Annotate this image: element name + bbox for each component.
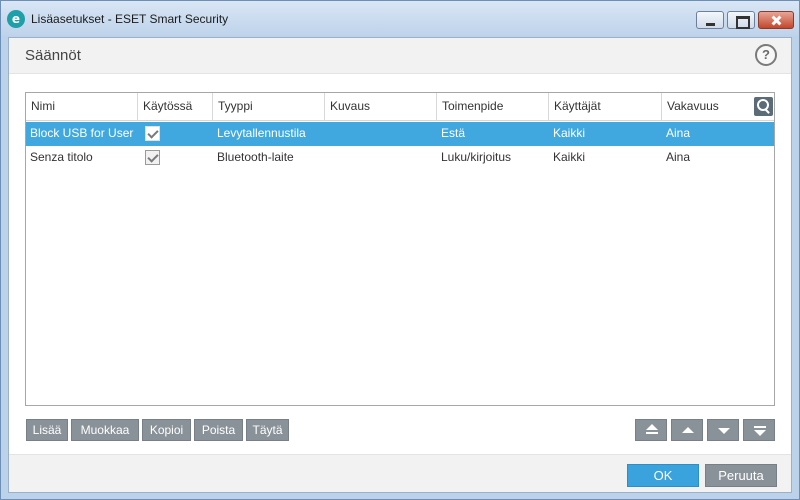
column-header-name[interactable]: Nimi [26,93,138,121]
column-header-description[interactable]: Kuvaus [325,93,437,121]
table-row[interactable]: Block USB for User Levytallennustila Est… [26,122,774,146]
column-header-type[interactable]: Tyyppi [213,93,325,121]
move-down-icon [718,428,730,434]
rule-severity: Aina [666,126,691,140]
maximize-button[interactable] [727,11,755,29]
rules-table: Nimi Käytössä Tyyppi Kuvaus Toimenpide K… [25,92,775,406]
rule-users: Kaikki [553,126,586,140]
copy-button[interactable]: Kopioi [142,419,191,441]
move-down-button[interactable] [707,419,739,441]
rule-type: Bluetooth-laite [217,150,294,164]
rule-action: Luku/kirjoitus [441,150,512,164]
edit-button[interactable]: Muokkaa [71,419,139,441]
cancel-button[interactable]: Peruuta [705,464,777,487]
app-window: e Lisäasetukset - ESET Smart Security Sä… [0,0,800,500]
add-button[interactable]: Lisää [26,419,68,441]
dialog-footer: OK Peruuta [9,454,791,492]
minimize-button[interactable] [696,11,724,29]
rule-description [325,146,437,170]
help-button[interactable]: ? [755,44,777,66]
close-button[interactable] [758,11,794,29]
move-bottom-icon-bar [754,426,766,428]
eset-logo-icon: e [7,10,25,28]
delete-button[interactable]: Poista [194,419,243,441]
dialog-body: Säännöt ? Nimi Käytössä Tyyppi Kuvaus To… [8,37,792,493]
rule-name: Senza titolo [30,150,93,164]
column-header-severity[interactable]: Vakavuus [662,93,750,121]
move-top-icon [646,424,658,430]
move-up-button[interactable] [671,419,703,441]
column-header-action[interactable]: Toimenpide [437,93,549,121]
dialog-header: Säännöt ? [9,38,791,74]
rule-severity: Aina [666,150,691,164]
ok-button[interactable]: OK [627,464,699,487]
rule-name: Block USB for User [30,126,134,140]
table-row[interactable]: Senza titolo Bluetooth-laite Luku/kirjoi… [26,146,774,170]
populate-button[interactable]: Täytä [246,419,289,441]
enabled-checkbox[interactable] [145,126,160,141]
move-bottom-icon [754,430,766,436]
move-up-icon [682,427,694,433]
enabled-checkbox[interactable] [145,150,160,165]
column-header-users[interactable]: Käyttäjät [549,93,662,121]
table-header: Nimi Käytössä Tyyppi Kuvaus Toimenpide K… [26,93,774,121]
rule-users: Kaikki [553,150,586,164]
column-header-enabled[interactable]: Käytössä [138,93,213,121]
move-top-icon-bar [646,432,658,434]
page-title: Säännöt [25,47,81,64]
rule-description [325,122,437,146]
search-icon[interactable] [754,97,773,116]
move-bottom-button[interactable] [743,419,775,441]
move-top-button[interactable] [635,419,667,441]
title-bar[interactable]: e Lisäasetukset - ESET Smart Security [1,1,799,37]
rule-type: Levytallennustila [217,126,306,140]
window-title: Lisäasetukset - ESET Smart Security [31,12,229,26]
rule-action: Estä [441,126,466,140]
